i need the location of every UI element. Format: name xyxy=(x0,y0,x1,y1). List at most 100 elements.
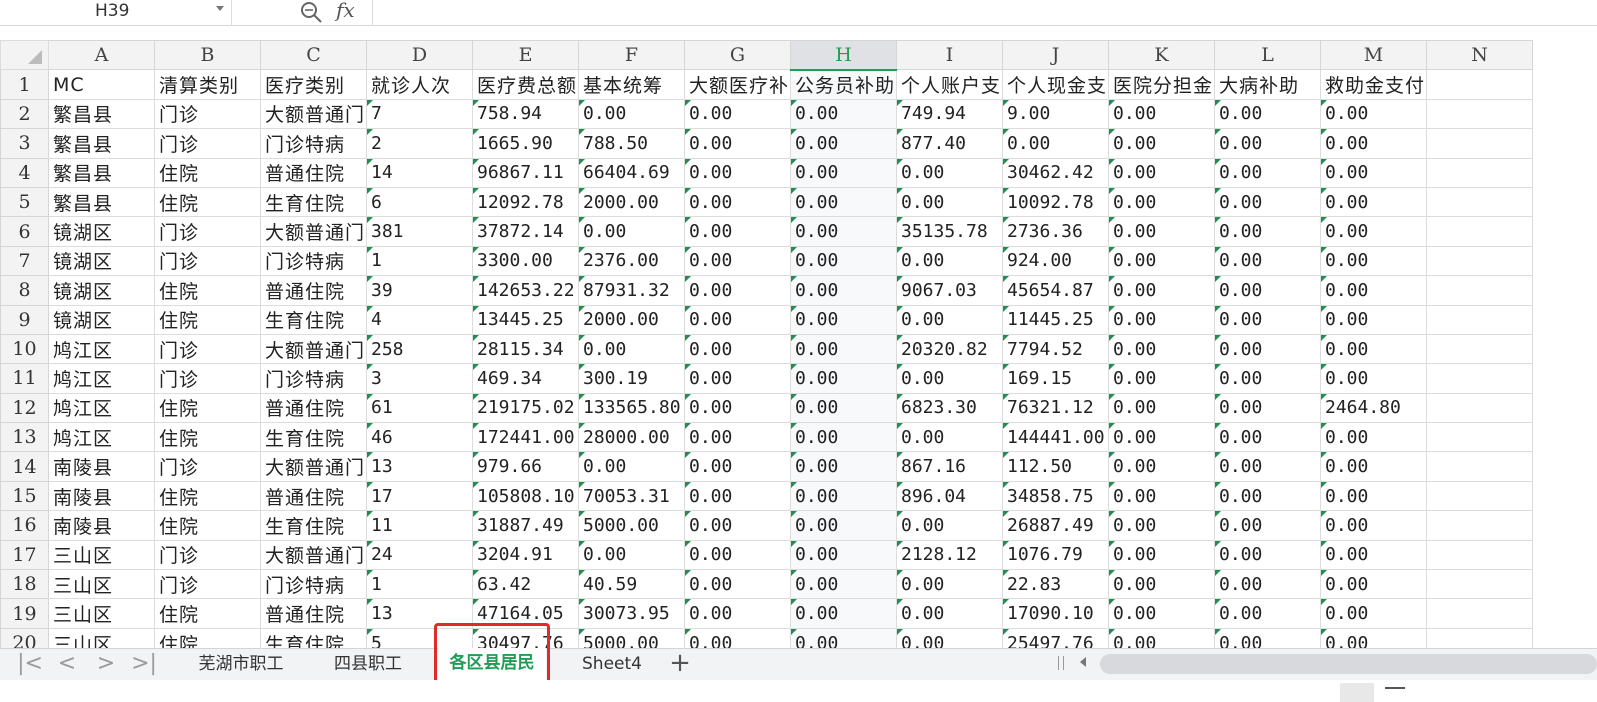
cell-k4[interactable]: 0.00 xyxy=(1108,157,1215,188)
cell-h13[interactable]: 0.00 xyxy=(790,422,897,453)
cell-b3[interactable]: 门诊 xyxy=(154,128,261,159)
first-sheet-icon[interactable]: |< xyxy=(16,651,44,677)
cell-h16[interactable]: 0.00 xyxy=(790,510,897,541)
prev-sheet-icon[interactable]: < xyxy=(53,651,81,677)
cell-d6[interactable]: 381 xyxy=(366,216,473,247)
cell-h9[interactable]: 0.00 xyxy=(790,304,897,335)
row-header[interactable]: 12 xyxy=(0,392,49,424)
cell-b20[interactable]: 住院 xyxy=(154,627,261,648)
cell-n16[interactable] xyxy=(1426,510,1533,541)
cell-h10[interactable]: 0.00 xyxy=(790,333,897,365)
cell-f13[interactable]: 28000.00 xyxy=(578,422,685,453)
cell-c10[interactable]: 大额普通门 xyxy=(260,333,367,365)
cell-c8[interactable]: 普通住院 xyxy=(260,275,367,306)
cell-j2[interactable]: 9.00 xyxy=(1002,98,1109,130)
cell-j4[interactable]: 30462.42 xyxy=(1002,157,1109,188)
column-header-a[interactable]: A xyxy=(48,40,155,71)
cell-k14[interactable]: 0.00 xyxy=(1108,451,1215,482)
row-header[interactable]: 4 xyxy=(0,157,49,188)
cell-h1[interactable]: 公务员补助 xyxy=(790,69,897,100)
cell-n4[interactable] xyxy=(1426,157,1533,188)
cell-e9[interactable]: 13445.25 xyxy=(472,304,579,335)
cell-m6[interactable]: 0.00 xyxy=(1320,216,1427,247)
cell-l12[interactable]: 0.00 xyxy=(1214,392,1321,424)
cell-b15[interactable]: 住院 xyxy=(154,480,261,512)
column-header-m[interactable]: M xyxy=(1320,40,1427,71)
cell-b5[interactable]: 住院 xyxy=(154,186,261,218)
cell-a7[interactable]: 镜湖区 xyxy=(48,245,155,277)
cell-f20[interactable]: 5000.00 xyxy=(578,627,685,648)
cell-l7[interactable]: 0.00 xyxy=(1214,245,1321,277)
cell-c19[interactable]: 普通住院 xyxy=(260,598,367,629)
cell-l15[interactable]: 0.00 xyxy=(1214,480,1321,512)
cell-m19[interactable]: 0.00 xyxy=(1320,598,1427,629)
cell-g17[interactable]: 0.00 xyxy=(684,539,791,571)
cell-m4[interactable]: 0.00 xyxy=(1320,157,1427,188)
cell-a18[interactable]: 三山区 xyxy=(48,569,155,600)
cell-f6[interactable]: 0.00 xyxy=(578,216,685,247)
row-header[interactable]: 8 xyxy=(0,275,49,306)
cell-f2[interactable]: 0.00 xyxy=(578,98,685,130)
column-header-f[interactable]: F xyxy=(578,40,685,71)
cell-f5[interactable]: 2000.00 xyxy=(578,186,685,218)
cell-h5[interactable]: 0.00 xyxy=(790,186,897,218)
cell-j18[interactable]: 22.83 xyxy=(1002,569,1109,600)
cell-b13[interactable]: 住院 xyxy=(154,422,261,453)
cell-n3[interactable] xyxy=(1426,128,1533,159)
cell-f19[interactable]: 30073.95 xyxy=(578,598,685,629)
add-sheet-icon[interactable]: + xyxy=(668,649,692,679)
cell-b1[interactable]: 清算类别 xyxy=(154,69,261,100)
cell-g4[interactable]: 0.00 xyxy=(684,157,791,188)
cell-f14[interactable]: 0.00 xyxy=(578,451,685,482)
cell-i1[interactable]: 个人账户支 xyxy=(896,69,1003,100)
cell-l16[interactable]: 0.00 xyxy=(1214,510,1321,541)
cell-k15[interactable]: 0.00 xyxy=(1108,480,1215,512)
cell-g16[interactable]: 0.00 xyxy=(684,510,791,541)
cell-e18[interactable]: 63.42 xyxy=(472,569,579,600)
column-header-c[interactable]: C xyxy=(260,40,367,71)
row-header[interactable]: 9 xyxy=(0,304,49,335)
cell-g13[interactable]: 0.00 xyxy=(684,422,791,453)
cell-a9[interactable]: 镜湖区 xyxy=(48,304,155,335)
cell-a3[interactable]: 繁昌县 xyxy=(48,128,155,159)
cell-g2[interactable]: 0.00 xyxy=(684,98,791,130)
cell-h11[interactable]: 0.00 xyxy=(790,363,897,394)
cell-i12[interactable]: 6823.30 xyxy=(896,392,1003,424)
row-header[interactable]: 20 xyxy=(0,627,49,648)
horizontal-scrollbar[interactable] xyxy=(1100,654,1597,674)
cell-g19[interactable]: 0.00 xyxy=(684,598,791,629)
cell-j17[interactable]: 1076.79 xyxy=(1002,539,1109,571)
row-header[interactable]: 11 xyxy=(0,363,49,394)
cell-h15[interactable]: 0.00 xyxy=(790,480,897,512)
cell-g7[interactable]: 0.00 xyxy=(684,245,791,277)
cell-b18[interactable]: 门诊 xyxy=(154,569,261,600)
cell-d2[interactable]: 7 xyxy=(366,98,473,130)
row-header[interactable]: 15 xyxy=(0,480,49,512)
column-header-d[interactable]: D xyxy=(366,40,473,71)
cell-f9[interactable]: 2000.00 xyxy=(578,304,685,335)
cell-e6[interactable]: 37872.14 xyxy=(472,216,579,247)
cell-l11[interactable]: 0.00 xyxy=(1214,363,1321,394)
cell-g5[interactable]: 0.00 xyxy=(684,186,791,218)
column-header-j[interactable]: J xyxy=(1002,40,1109,71)
cell-j12[interactable]: 76321.12 xyxy=(1002,392,1109,424)
cell-j19[interactable]: 17090.10 xyxy=(1002,598,1109,629)
cell-l19[interactable]: 0.00 xyxy=(1214,598,1321,629)
cell-j20[interactable]: 25497.76 xyxy=(1002,627,1109,648)
cell-n7[interactable] xyxy=(1426,245,1533,277)
fx-icon[interactable]: fx xyxy=(336,0,355,22)
cell-i2[interactable]: 749.94 xyxy=(896,98,1003,130)
cell-m13[interactable]: 0.00 xyxy=(1320,422,1427,453)
cell-d12[interactable]: 61 xyxy=(366,392,473,424)
cell-b6[interactable]: 门诊 xyxy=(154,216,261,247)
scroll-left-icon[interactable] xyxy=(1080,657,1086,667)
cell-d16[interactable]: 11 xyxy=(366,510,473,541)
cell-a16[interactable]: 南陵县 xyxy=(48,510,155,541)
cell-c7[interactable]: 门诊特病 xyxy=(260,245,367,277)
cell-m1[interactable]: 救助金支付 xyxy=(1320,69,1427,100)
cell-a20[interactable]: 三山区 xyxy=(48,627,155,648)
cell-h7[interactable]: 0.00 xyxy=(790,245,897,277)
cell-m2[interactable]: 0.00 xyxy=(1320,98,1427,130)
cell-d9[interactable]: 4 xyxy=(366,304,473,335)
cell-c3[interactable]: 门诊特病 xyxy=(260,128,367,159)
